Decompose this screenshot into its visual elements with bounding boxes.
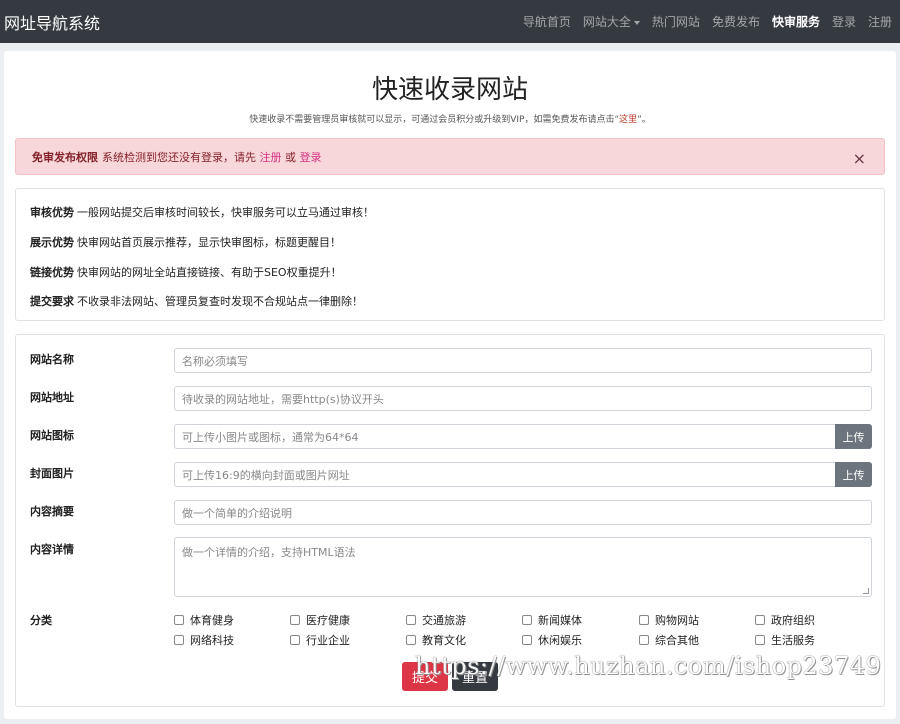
nav-item-fast-review[interactable]: 快审服务 (772, 13, 820, 30)
checkbox-icon[interactable] (522, 635, 532, 645)
top-navbar: 网址导航系统 导航首页 网站大全 热门网站 免费发布 快审服务 登录 注册 (0, 0, 900, 43)
advantage-text: 快审网站首页展示推荐，显示快审图标，标题更醒目！ (77, 236, 341, 249)
category-checkbox[interactable]: 交通旅游 (406, 612, 466, 628)
category-checkbox[interactable]: 行业企业 (290, 632, 350, 648)
summary-label: 内容摘要 (30, 505, 74, 518)
cover-image-input[interactable]: 可上传16:9的横向封面或图片网址 (174, 462, 836, 487)
checkbox-icon[interactable] (290, 615, 300, 625)
category-name: 教育文化 (422, 634, 466, 647)
cover-image-label: 封面图片 (30, 467, 74, 480)
category-checkbox[interactable]: 综合其他 (639, 632, 699, 648)
resize-handle-icon[interactable] (863, 588, 869, 594)
category-name: 政府组织 (771, 614, 815, 627)
nav-menu: 导航首页 网站大全 热门网站 免费发布 快审服务 登录 注册 (511, 13, 892, 30)
alert-text: 系统检测到您还没有登录，请先 (102, 150, 256, 164)
nav-item-sites-dropdown[interactable]: 网站大全 (583, 13, 640, 30)
close-icon[interactable]: × (853, 149, 866, 168)
site-icon-label: 网站图标 (30, 429, 74, 442)
subtitle-here-link[interactable]: 这里 (619, 115, 637, 125)
checkbox-icon[interactable] (755, 615, 765, 625)
category-checkbox[interactable]: 网络科技 (174, 632, 234, 648)
brand-logo[interactable]: 网址导航系统 (4, 10, 100, 34)
alert-title: 免审发布权限 (32, 150, 98, 164)
category-name: 购物网站 (655, 614, 699, 627)
detail-placeholder: 做一个详情的介绍，支持HTML语法 (182, 546, 356, 559)
category-checkbox[interactable]: 教育文化 (406, 632, 466, 648)
category-name: 休闲娱乐 (538, 634, 582, 647)
checkbox-icon[interactable] (174, 615, 184, 625)
nav-item-home[interactable]: 导航首页 (523, 13, 571, 30)
caret-down-icon (633, 20, 640, 25)
page-subtitle: 快速收录不需要管理员审核就可以显示，可通过会员积分或升级到VIP，如需免费发布请… (4, 112, 896, 125)
advantage-text: 快审网站的网址全站直接链接、有助于SEO权重提升！ (77, 266, 342, 279)
advantage-title: 展示优势 (30, 236, 74, 249)
main-panel: 快速收录网站 快速收录不需要管理员审核就可以显示，可通过会员积分或升级到VIP，… (4, 51, 896, 719)
category-name: 行业企业 (306, 634, 350, 647)
advantage-item: 审核优势 一般网站提交后审核时间较长，快审服务可以立马通过审核！ (30, 204, 374, 220)
checkbox-icon[interactable] (755, 635, 765, 645)
upload-icon-button[interactable]: 上传 (835, 424, 872, 449)
nav-item-hot[interactable]: 热门网站 (652, 13, 700, 30)
login-alert: 免审发布权限 系统检测到您还没有登录，请先 注册 或 登录 × (15, 138, 885, 175)
subtitle-text: 快速收录不需要管理员审核就可以显示，可通过会员积分或升级到VIP，如需免费发布请… (249, 115, 620, 125)
checkbox-icon[interactable] (406, 635, 416, 645)
category-checkbox[interactable]: 政府组织 (755, 612, 815, 628)
subtitle-end: ”。 (637, 115, 651, 125)
category-checkbox[interactable]: 休闲娱乐 (522, 632, 582, 648)
category-label: 分类 (30, 614, 52, 627)
category-name: 生活服务 (771, 634, 815, 647)
upload-cover-button[interactable]: 上传 (835, 462, 872, 487)
alert-or: 或 (285, 150, 296, 164)
advantage-text: 不收录非法网站、管理员复查时发现不合规站点一律删除！ (77, 295, 363, 308)
advantage-item: 链接优势 快审网站的网址全站直接链接、有助于SEO权重提升！ (30, 264, 342, 280)
advantages-card: 审核优势 一般网站提交后审核时间较长，快审服务可以立马通过审核！ 展示优势 快审网站… (15, 188, 885, 321)
checkbox-icon[interactable] (522, 615, 532, 625)
category-name: 体育健身 (190, 614, 234, 627)
advantage-text: 一般网站提交后审核时间较长，快审服务可以立马通过审核！ (77, 206, 374, 219)
detail-label: 内容详情 (30, 543, 74, 556)
checkbox-icon[interactable] (290, 635, 300, 645)
advantage-item: 展示优势 快审网站首页展示推荐，显示快审图标，标题更醒目！ (30, 234, 341, 250)
nav-item-login[interactable]: 登录 (832, 13, 856, 30)
site-name-input[interactable]: 名称必须填写 (174, 348, 872, 373)
page-title: 快速收录网站 (371, 75, 528, 105)
category-checkbox[interactable]: 生活服务 (755, 632, 815, 648)
category-checkbox[interactable]: 购物网站 (639, 612, 699, 628)
advantage-title: 链接优势 (30, 266, 74, 279)
advantage-title: 审核优势 (30, 206, 74, 219)
site-url-input[interactable]: 待收录的网站地址，需要http(s)协议开头 (174, 386, 872, 411)
watermark-text: https://www.huzhan.com/ishop23749 (415, 652, 882, 680)
alert-login-link[interactable]: 登录 (300, 149, 322, 165)
category-name: 综合其他 (655, 634, 699, 647)
category-checkbox[interactable]: 新闻媒体 (522, 612, 582, 628)
site-name-label: 网站名称 (30, 353, 74, 366)
nav-item-free-publish[interactable]: 免费发布 (712, 13, 760, 30)
category-name: 医疗健康 (306, 614, 350, 627)
category-name: 交通旅游 (422, 614, 466, 627)
category-checkbox[interactable]: 医疗健康 (290, 612, 350, 628)
checkbox-icon[interactable] (639, 615, 649, 625)
detail-textarea[interactable]: 做一个详情的介绍，支持HTML语法 (174, 537, 872, 597)
nav-item-register[interactable]: 注册 (868, 13, 892, 30)
checkbox-icon[interactable] (639, 635, 649, 645)
alert-register-link[interactable]: 注册 (260, 149, 282, 165)
nav-item-sites-label: 网站大全 (582, 15, 631, 29)
checkbox-icon[interactable] (406, 615, 416, 625)
summary-input[interactable]: 做一个简单的介绍说明 (174, 500, 872, 525)
checkbox-icon[interactable] (174, 635, 184, 645)
advantage-title: 提交要求 (30, 295, 74, 308)
site-url-label: 网站地址 (30, 391, 74, 404)
advantage-item: 提交要求 不收录非法网站、管理员复查时发现不合规站点一律删除！ (30, 293, 363, 309)
category-name: 网络科技 (190, 634, 234, 647)
site-icon-input[interactable]: 可上传小图片或图标，通常为64*64 (174, 424, 836, 449)
category-name: 新闻媒体 (538, 614, 582, 627)
category-checkbox[interactable]: 体育健身 (174, 612, 234, 628)
